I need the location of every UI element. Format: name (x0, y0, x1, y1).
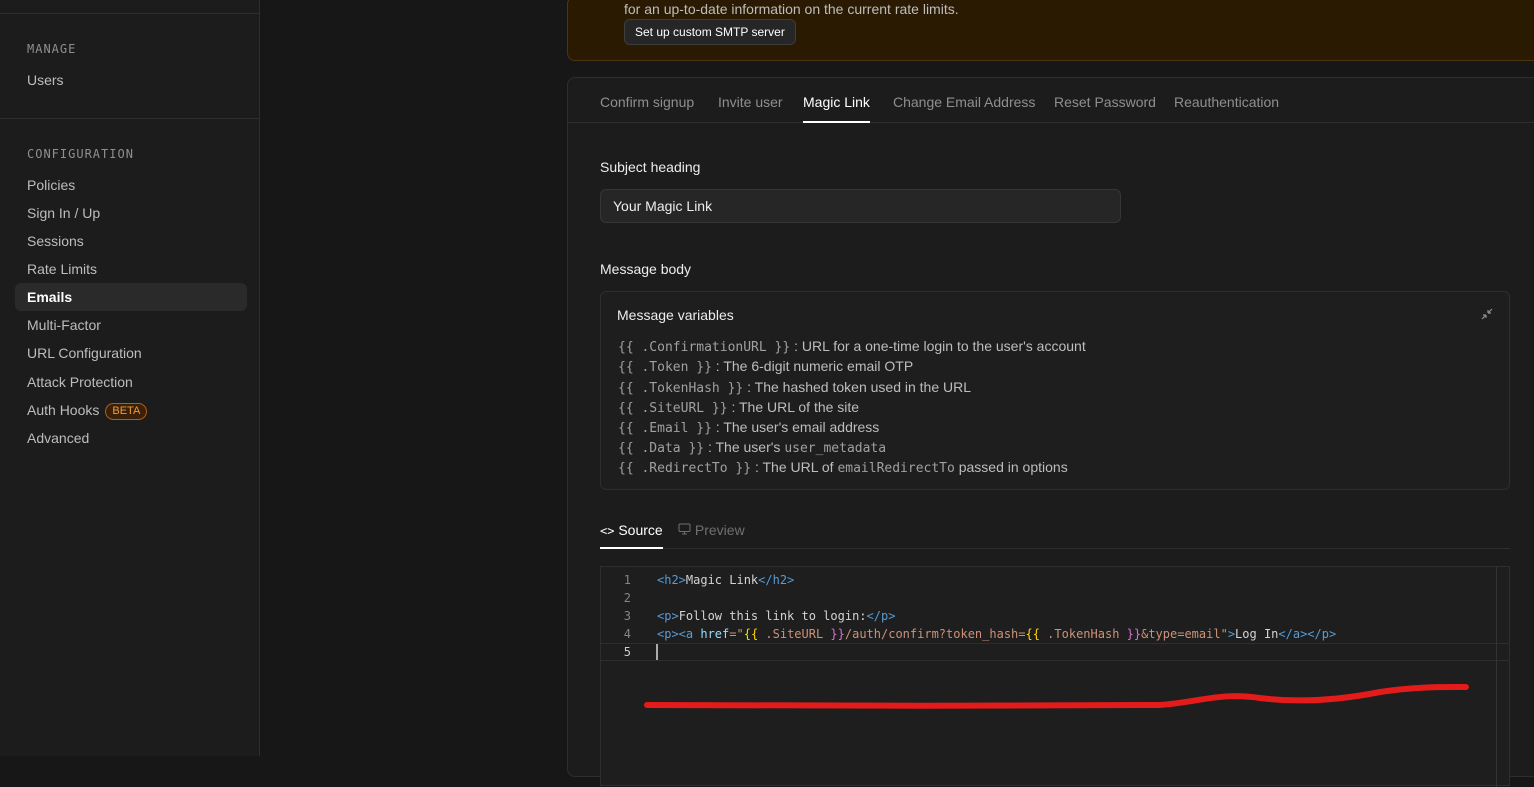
annotation-scribble (644, 683, 1469, 709)
